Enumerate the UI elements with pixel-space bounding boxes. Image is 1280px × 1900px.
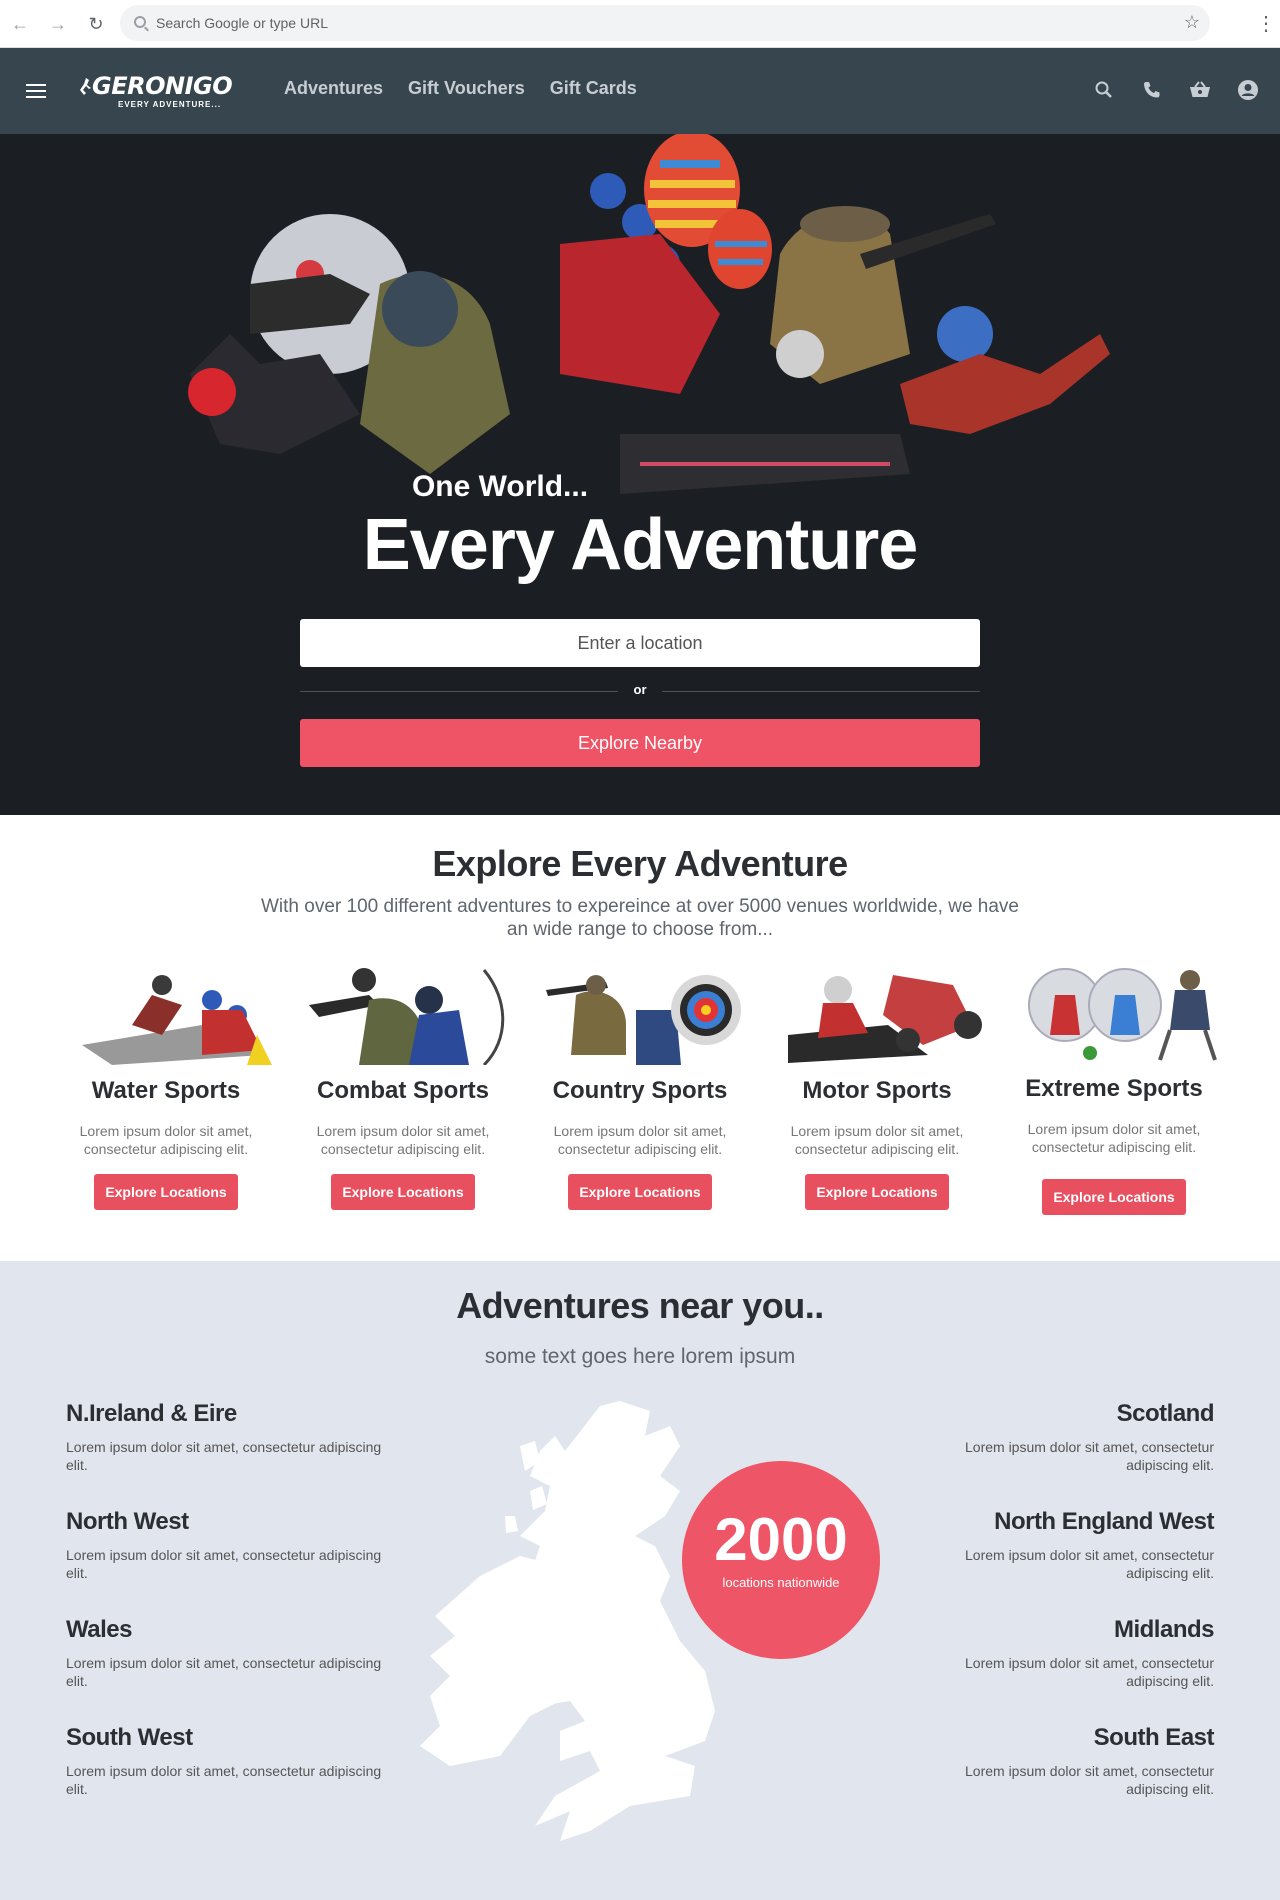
category-card-combat-sports: Combat Sports Lorem ipsum dolor sit amet… <box>285 965 521 1235</box>
region-south-east[interactable]: South East Lorem ipsum dolor sit amet, c… <box>894 1724 1215 1798</box>
category-desc: Lorem ipsum dolor sit amet, consectetur … <box>1027 1121 1201 1155</box>
region-desc: Lorem ipsum dolor sit amet, consectetur … <box>965 1655 1214 1689</box>
explore-locations-button[interactable]: Explore Locations <box>805 1174 949 1210</box>
region-north-england-west[interactable]: North England West Lorem ipsum dolor sit… <box>894 1508 1215 1582</box>
explore-description: With over 100 different adventures to ex… <box>261 896 1019 940</box>
category-desc: Lorem ipsum dolor sit amet, consectetur … <box>790 1123 964 1157</box>
search-icon[interactable] <box>1092 78 1116 102</box>
region-name: North West <box>66 1508 189 1535</box>
region-south-west[interactable]: South West Lorem ipsum dolor sit amet, c… <box>66 1724 386 1798</box>
phone-icon[interactable] <box>1140 78 1164 102</box>
browser-menu-icon[interactable]: ⋮ <box>1256 12 1276 36</box>
region-name: South West <box>66 1724 193 1751</box>
account-icon[interactable] <box>1236 78 1260 102</box>
water-sports-image <box>82 975 272 1065</box>
category-name: Water Sports <box>91 1077 241 1104</box>
omnibox[interactable]: Search Google or type URL ☆ <box>120 5 1210 41</box>
site-header: GERONIGO EVERY ADVENTURE... Adventures G… <box>0 48 1280 134</box>
or-label: or <box>633 682 647 697</box>
site-logo[interactable]: GERONIGO EVERY ADVENTURE... <box>80 66 240 116</box>
region-name: Scotland <box>1116 1400 1215 1427</box>
combat-sports-image <box>309 968 505 1065</box>
region-name: Midlands <box>1113 1616 1215 1643</box>
category-name: Motor Sports <box>802 1077 952 1104</box>
category-name: Combat Sports <box>316 1077 489 1104</box>
region-name: South East <box>1093 1724 1215 1751</box>
browser-toolbar: ← → ↻ Search Google or type URL ☆ ⋮ <box>0 0 1280 48</box>
region-desc: Lorem ipsum dolor sit amet, consectetur … <box>66 1763 382 1797</box>
explore-locations-button[interactable]: Explore Locations <box>331 1174 475 1210</box>
region-name: North England West <box>994 1508 1214 1535</box>
forward-icon[interactable]: → <box>46 12 70 36</box>
category-name: Country Sports <box>552 1077 728 1104</box>
category-card-motor-sports: Motor Sports Lorem ipsum dolor sit amet,… <box>759 965 995 1235</box>
nav-adventures[interactable]: Adventures <box>284 78 383 99</box>
extreme-sports-image <box>1028 968 1217 1061</box>
category-card-extreme-sports: Extreme Sports Lorem ipsum dolor sit ame… <box>996 965 1232 1235</box>
explore-locations-button[interactable]: Explore Locations <box>94 1174 238 1210</box>
category-card-country-sports: Country Sports Lorem ipsum dolor sit ame… <box>522 965 758 1235</box>
explore-locations-button[interactable]: Explore Locations <box>568 1174 712 1210</box>
category-desc: Lorem ipsum dolor sit amet, consectetur … <box>79 1123 253 1157</box>
nav-gift-cards[interactable]: Gift Cards <box>550 78 637 99</box>
hero-subtitle: One World... <box>411 470 589 503</box>
basket-icon[interactable] <box>1188 78 1212 102</box>
category-desc: Lorem ipsum dolor sit amet, consectetur … <box>316 1123 490 1157</box>
explore-nearby-button[interactable]: Explore Nearby <box>300 719 980 767</box>
near-subtitle: some text goes here lorem ipsum <box>484 1345 796 1368</box>
region-desc: Lorem ipsum dolor sit amet, consectetur … <box>66 1655 382 1689</box>
region-desc: Lorem ipsum dolor sit amet, consectetur … <box>965 1439 1214 1473</box>
hero-section: One World... Every Adventure or Explore … <box>0 134 1280 815</box>
hamburger-menu-icon[interactable] <box>26 84 46 98</box>
locations-count: 2000 <box>714 1506 848 1573</box>
near-you-section: Adventures near you.. some text goes her… <box>0 1261 1280 1900</box>
region-scotland[interactable]: Scotland Lorem ipsum dolor sit amet, con… <box>894 1400 1215 1474</box>
region-desc: Lorem ipsum dolor sit amet, consectetur … <box>66 1439 382 1473</box>
hero-title: Every Adventure <box>362 505 919 585</box>
region-desc: Lorem ipsum dolor sit amet, consectetur … <box>66 1547 382 1581</box>
region-name: N.Ireland & Eire <box>66 1400 237 1427</box>
location-input[interactable] <box>300 619 980 667</box>
header-icons <box>1092 78 1260 102</box>
explore-section: Explore Every Adventure With over 100 di… <box>0 815 1280 1261</box>
locations-stat-circle: 2000 locations nationwide <box>682 1461 880 1659</box>
region-midlands[interactable]: Midlands Lorem ipsum dolor sit amet, con… <box>894 1616 1215 1690</box>
near-title: Adventures near you.. <box>456 1285 824 1326</box>
region-desc: Lorem ipsum dolor sit amet, consectetur … <box>965 1763 1214 1797</box>
nav-gift-vouchers[interactable]: Gift Vouchers <box>408 78 525 99</box>
region-north-west[interactable]: North West Lorem ipsum dolor sit amet, c… <box>66 1508 386 1582</box>
category-name: Extreme Sports <box>1025 1075 1203 1102</box>
locations-caption: locations nationwide <box>722 1575 840 1590</box>
reload-icon[interactable]: ↻ <box>84 12 108 36</box>
motor-sports-image <box>788 975 982 1063</box>
category-card-water-sports: Water Sports Lorem ipsum dolor sit amet,… <box>48 965 284 1235</box>
country-sports-image <box>546 975 741 1065</box>
or-divider: or <box>300 680 980 702</box>
region-wales[interactable]: Wales Lorem ipsum dolor sit amet, consec… <box>66 1616 386 1690</box>
region-desc: Lorem ipsum dolor sit amet, consectetur … <box>965 1547 1214 1581</box>
back-icon[interactable]: ← <box>8 12 32 36</box>
omnibox-search-icon <box>134 16 146 28</box>
logo-text: GERONIGO <box>92 72 233 100</box>
main-nav: Adventures Gift Vouchers Gift Cards <box>284 78 637 99</box>
region-name: Wales <box>66 1616 132 1643</box>
category-desc: Lorem ipsum dolor sit amet, consectetur … <box>553 1123 727 1157</box>
explore-locations-button[interactable]: Explore Locations <box>1042 1179 1186 1215</box>
omnibox-placeholder[interactable]: Search Google or type URL <box>156 15 328 31</box>
logo-tagline: EVERY ADVENTURE... <box>118 100 222 109</box>
region-n-ireland-eire[interactable]: N.Ireland & Eire Lorem ipsum dolor sit a… <box>66 1400 386 1474</box>
explore-title: Explore Every Adventure <box>432 843 848 884</box>
category-list: Water Sports Lorem ipsum dolor sit amet,… <box>48 965 1232 1235</box>
bookmark-star-icon[interactable]: ☆ <box>1184 12 1200 33</box>
